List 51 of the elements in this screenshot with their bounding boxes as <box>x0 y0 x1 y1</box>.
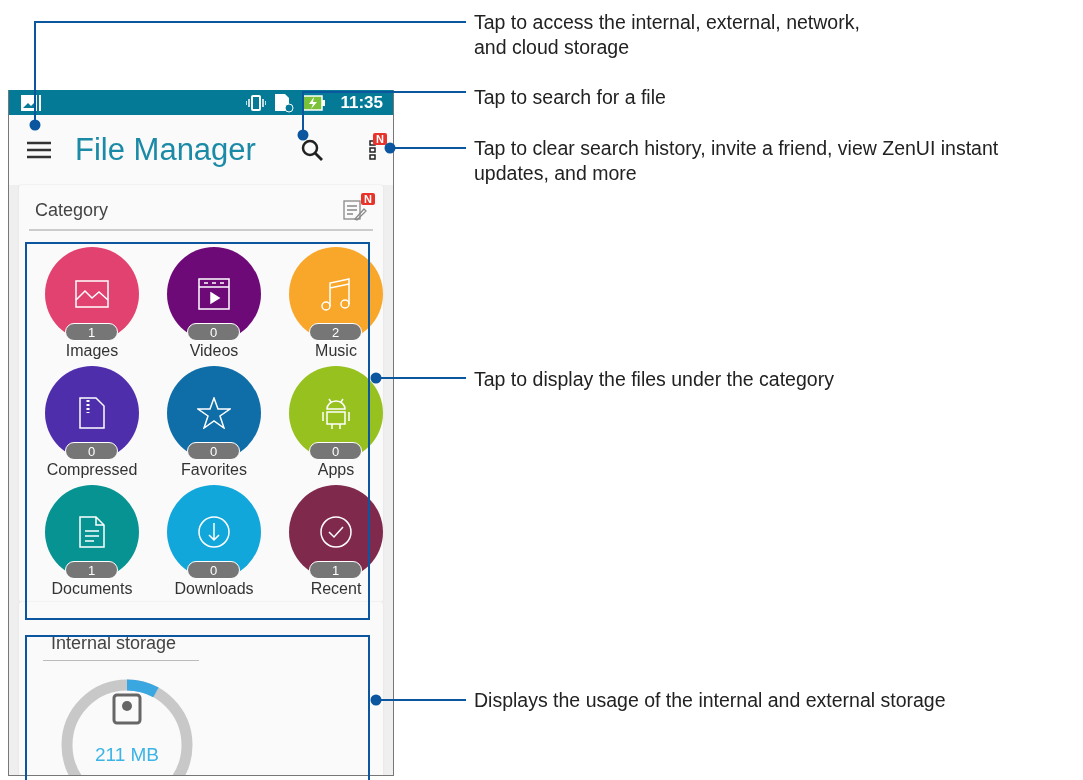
video-icon <box>198 278 230 310</box>
category-label: Documents <box>51 580 133 598</box>
new-badge: N <box>361 193 375 205</box>
category-label: Apps <box>317 461 355 479</box>
android-robot-icon <box>320 396 352 430</box>
category-button[interactable]: 0 <box>289 366 383 460</box>
zip-file-icon <box>79 397 105 429</box>
category-label: Images <box>65 342 119 360</box>
category-button[interactable]: 1 <box>45 485 139 579</box>
category-label: Recent <box>310 580 362 598</box>
battery-charging-icon <box>302 94 327 111</box>
callout-text: Displays the usage of the internal and external storage <box>474 688 946 713</box>
check-circle-icon <box>319 515 353 549</box>
storage-heading: Internal storage <box>51 633 177 653</box>
file-count: 0 <box>187 442 240 460</box>
category-button[interactable]: 1 <box>289 485 383 579</box>
callout-text: Tap to search for a file <box>474 85 666 110</box>
callout-text: Tap to access the internal, external, network, and cloud storage <box>474 10 860 60</box>
category-button[interactable]: 1 <box>45 247 139 341</box>
menu-icon[interactable] <box>27 141 51 159</box>
category-button[interactable]: 0 <box>167 247 261 341</box>
file-count: 1 <box>65 561 118 579</box>
app-title: File Manager <box>75 132 257 168</box>
file-count: 0 <box>187 561 240 579</box>
file-count: 0 <box>187 323 240 341</box>
category-button[interactable]: 2 <box>289 247 383 341</box>
category-label: Compressed <box>46 461 138 479</box>
category-button[interactable]: 0 <box>167 366 261 460</box>
search-icon[interactable] <box>301 139 323 161</box>
new-badge: N <box>373 133 387 145</box>
file-count: 0 <box>309 442 362 460</box>
file-count: 2 <box>309 323 362 341</box>
document-icon <box>79 516 105 548</box>
used-space: 211 MB <box>94 744 160 765</box>
music-note-icon <box>320 277 352 311</box>
category-button[interactable]: 0 <box>45 366 139 460</box>
category-label: Favorites <box>181 461 247 479</box>
picture-icon <box>75 280 109 308</box>
category-heading: Category <box>35 199 109 221</box>
vibrate-icon <box>246 94 267 111</box>
category-label: Videos <box>189 342 239 360</box>
file-count: 0 <box>65 442 118 460</box>
category-label: Music <box>315 342 357 360</box>
category-button[interactable]: 0 <box>167 485 261 579</box>
star-icon <box>197 397 231 429</box>
file-count: 1 <box>65 323 118 341</box>
callout-text: Tap to clear search history, invite a friend, view ZenUI instant updates, and more <box>474 136 999 186</box>
callout-text: Tap to display the files under the category <box>474 367 834 392</box>
file-count: 1 <box>309 561 362 579</box>
category-label: Downloads <box>174 580 254 598</box>
clock-time: 11:35 <box>340 92 383 113</box>
